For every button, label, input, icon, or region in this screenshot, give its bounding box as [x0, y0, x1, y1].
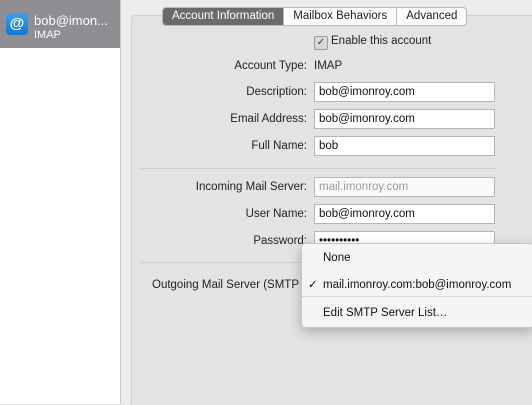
incoming-server-label: Incoming Mail Server:	[195, 181, 307, 193]
menu-item-edit-smtp-list[interactable]: Edit SMTP Server List…	[302, 303, 532, 323]
sidebar-item-account[interactable]: @ bob@imon... IMAP	[0, 0, 120, 48]
password-label: Password:	[253, 235, 307, 247]
checkmark-icon: ✓	[308, 279, 318, 291]
menu-separator	[302, 296, 532, 297]
account-type-label: Account Type:	[234, 60, 307, 72]
enable-account-label: Enable this account	[331, 35, 432, 47]
menu-item-label: mail.imonroy.com:bob@imonroy.com	[323, 279, 512, 291]
at-sign-icon: @	[6, 13, 28, 35]
full-name-label: Full Name:	[251, 140, 307, 152]
tab-advanced[interactable]: Advanced	[396, 8, 466, 25]
email-address-field[interactable]: bob@imonroy.com	[314, 109, 495, 129]
description-label: Description:	[246, 86, 307, 98]
username-field[interactable]: bob@imonroy.com	[314, 204, 495, 224]
description-field[interactable]: bob@imonroy.com	[314, 82, 495, 102]
account-name: bob@imon...	[34, 13, 108, 28]
menu-item-label: None	[323, 252, 351, 264]
email-address-label: Email Address:	[230, 113, 307, 125]
section-divider	[141, 168, 497, 169]
menu-item-none[interactable]: None	[302, 248, 532, 268]
tab-account-information[interactable]: Account Information	[163, 8, 284, 25]
account-sidebar: @ bob@imon... IMAP	[0, 0, 121, 404]
username-label: User Name:	[245, 208, 307, 220]
tab-bar: Account Information Mailbox Behaviors Ad…	[162, 7, 468, 26]
menu-item-smtp-server[interactable]: ✓ mail.imonroy.com:bob@imonroy.com	[302, 275, 532, 295]
menu-item-label: Edit SMTP Server List…	[323, 307, 448, 319]
outgoing-server-label: Outgoing Mail Server (SMTP	[152, 279, 299, 291]
smtp-server-menu: None ✓ mail.imonroy.com:bob@imonroy.com …	[301, 243, 532, 328]
enable-account-checkbox[interactable]: ✓	[314, 36, 328, 50]
tab-mailbox-behaviors[interactable]: Mailbox Behaviors	[283, 8, 396, 25]
incoming-server-field[interactable]: mail.imonroy.com	[314, 177, 495, 197]
account-type: IMAP	[34, 29, 61, 41]
full-name-field[interactable]: bob	[314, 136, 495, 156]
account-type-value: IMAP	[314, 60, 343, 72]
